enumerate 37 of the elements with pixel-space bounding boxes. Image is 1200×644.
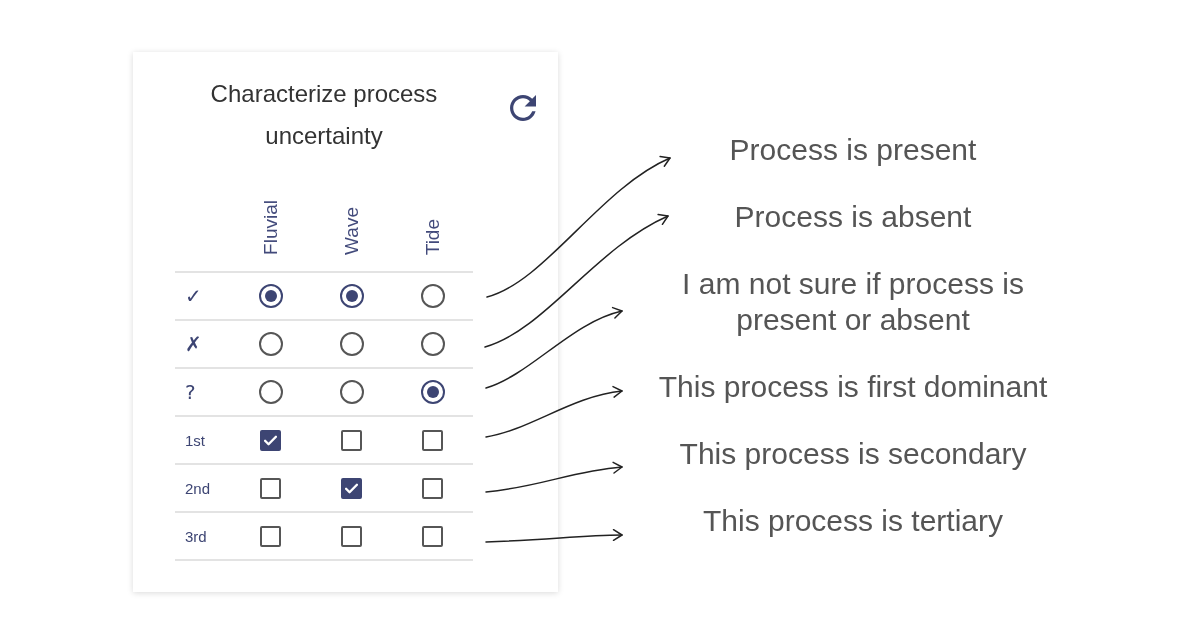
column-header: Wave xyxy=(340,207,363,255)
row-label: 1st xyxy=(184,431,206,449)
row-label: ✓ xyxy=(184,284,203,308)
checkbox[interactable] xyxy=(422,429,443,451)
checkbox[interactable] xyxy=(422,477,443,499)
row-label: 2nd xyxy=(184,479,212,497)
annotation-text: Process is present xyxy=(729,132,977,168)
checkbox[interactable] xyxy=(341,525,362,547)
radio-button[interactable] xyxy=(339,332,364,356)
radio-button[interactable] xyxy=(258,380,283,404)
column-header: Tide xyxy=(421,218,444,255)
radio-button[interactable] xyxy=(420,284,445,308)
radio-button[interactable] xyxy=(339,284,364,308)
checkbox[interactable] xyxy=(260,429,281,451)
refresh-icon[interactable] xyxy=(510,95,536,121)
radio-button[interactable] xyxy=(420,380,445,404)
radio-button[interactable] xyxy=(258,284,283,308)
checkmark-icon xyxy=(345,482,358,494)
checkbox[interactable] xyxy=(422,525,443,547)
radio-button[interactable] xyxy=(258,332,283,356)
radio-button[interactable] xyxy=(339,380,364,404)
radio-button[interactable] xyxy=(420,332,445,356)
annotation-text: This process is tertiary xyxy=(702,503,1004,539)
checkbox[interactable] xyxy=(341,429,362,451)
annotation-text: I am not sure if process is present or absent xyxy=(681,266,1025,338)
checkmark-icon xyxy=(264,434,277,446)
card-title: Characterize process uncertainty xyxy=(209,79,439,151)
checkbox[interactable] xyxy=(260,477,281,499)
row-label: ? xyxy=(184,380,197,404)
annotation-text: Process is absent xyxy=(734,199,972,235)
row-label: ✗ xyxy=(184,332,203,356)
annotation-text: This process is secondary xyxy=(679,436,1027,472)
checkbox[interactable] xyxy=(260,525,281,547)
checkbox[interactable] xyxy=(341,477,362,499)
annotation-text: This process is first dominant xyxy=(658,369,1048,405)
row-label: 3rd xyxy=(184,527,208,545)
column-header: Fluvial xyxy=(259,200,282,255)
